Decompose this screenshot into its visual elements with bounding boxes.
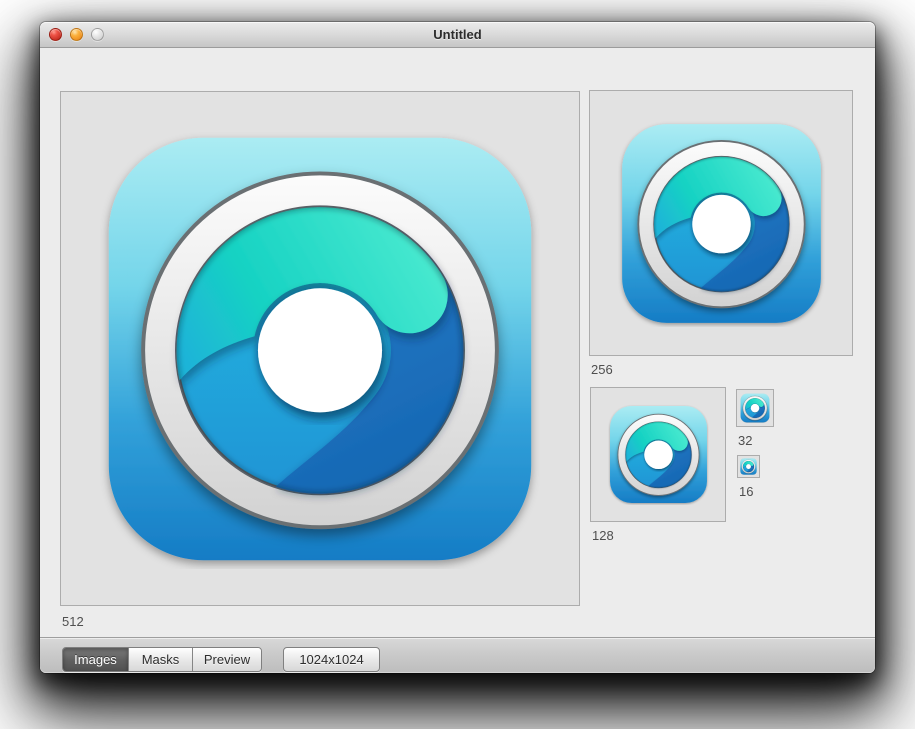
tab-masks[interactable]: Masks — [129, 648, 193, 671]
bottom-toolbar: Images Masks Preview 1024x1024 — [40, 637, 875, 673]
size-label-128: 128 — [592, 528, 614, 544]
tab-preview[interactable]: Preview — [193, 648, 261, 671]
title-bar[interactable]: Untitled — [40, 22, 875, 48]
app-icon-256 — [618, 120, 825, 327]
app-icon-32 — [740, 393, 770, 423]
view-mode-segmented-control: Images Masks Preview — [62, 647, 262, 672]
tab-images[interactable]: Images — [63, 648, 129, 671]
size-label-32: 32 — [738, 433, 752, 449]
size-label-256: 256 — [591, 362, 613, 378]
preview-well-16[interactable] — [737, 455, 760, 478]
app-window: Untitled 512 256 128 32 16 Images Masks … — [40, 22, 875, 673]
icon-preview-area: 512 256 128 32 16 — [40, 48, 875, 637]
app-icon-128 — [608, 404, 709, 505]
size-label-512: 512 — [62, 614, 84, 630]
app-icon-16 — [740, 458, 757, 475]
size-1024-button[interactable]: 1024x1024 — [283, 647, 380, 672]
size-label-16: 16 — [739, 484, 753, 500]
preview-well-32[interactable] — [736, 389, 774, 427]
preview-well-128[interactable] — [590, 387, 726, 522]
preview-well-256[interactable] — [589, 90, 853, 356]
preview-well-512[interactable] — [60, 91, 580, 606]
window-title: Untitled — [40, 27, 875, 42]
app-icon-512 — [100, 129, 540, 569]
